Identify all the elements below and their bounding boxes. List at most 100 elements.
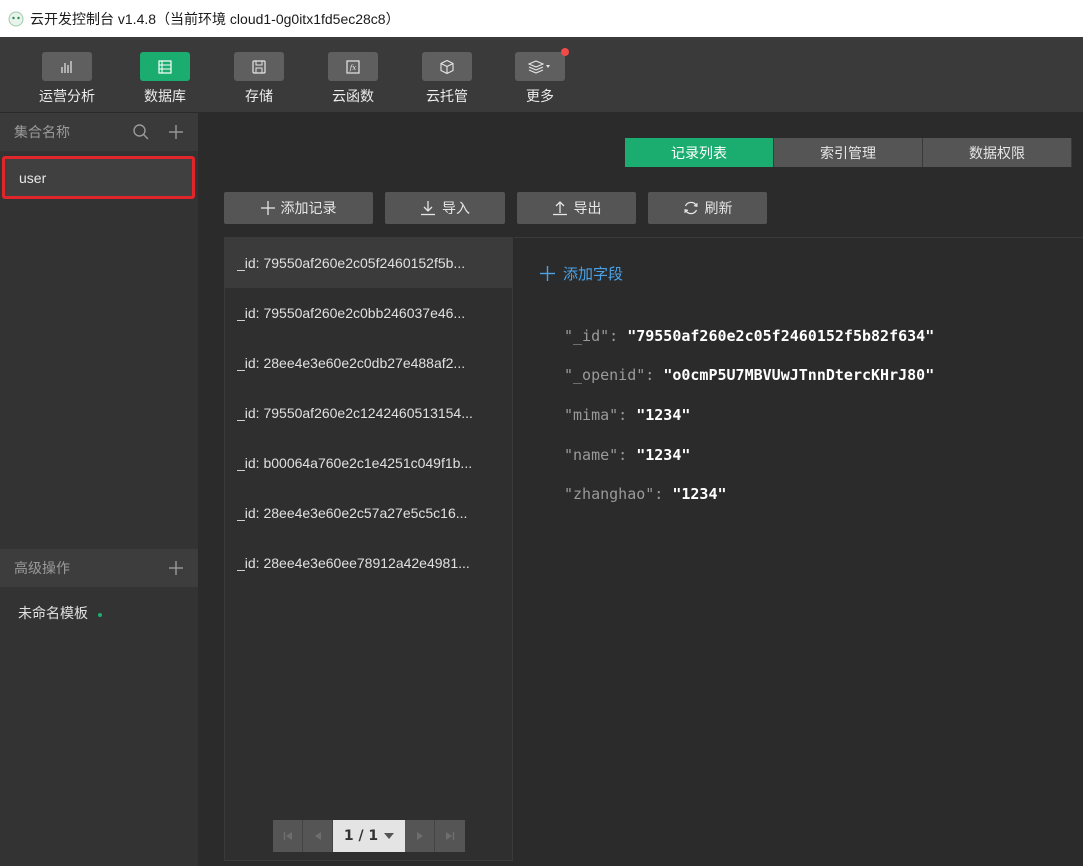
field-row[interactable]: "_id": "79550af260e2c05f2460152f5b82f634": [564, 316, 934, 356]
plus-icon: [260, 201, 275, 215]
record-id: _id: b00064a760e2c1e4251c049f1b...: [237, 455, 473, 471]
pagination: 1 / 1: [273, 820, 465, 852]
next-page-icon: [416, 832, 423, 840]
prev-page-icon: [314, 832, 321, 840]
collections-title: 集合名称: [14, 125, 70, 141]
toolbar-label: 更多: [526, 89, 554, 105]
export-button[interactable]: 导出: [517, 192, 636, 224]
import-label: 导入: [442, 201, 470, 217]
field-value: "1234": [636, 405, 691, 424]
list-item[interactable]: _id: 28ee4e3e60e2c57a27e5c5c16...: [225, 488, 512, 538]
storage-icon: [252, 59, 266, 74]
main-toolbar: 运营分析 数据库 存储 fx 云函数 云托管 更多: [0, 37, 1083, 113]
toolbar-storage[interactable]: 存储: [224, 52, 294, 106]
app-logo-icon: [8, 11, 24, 26]
toolbar-label: 存储: [245, 89, 273, 105]
records-list: _id: 79550af260e2c05f2460152f5b... _id: …: [224, 237, 513, 861]
field-key: "mima":: [564, 405, 628, 424]
database-icon: [158, 59, 172, 74]
field-key: "zhanghao":: [564, 485, 664, 504]
tab-bar: 记录列表 索引管理 数据权限: [625, 138, 1072, 167]
field-key: "name":: [564, 445, 628, 464]
title-bar: 云开发控制台 v1.4.8（当前环境 cloud1-0g0itx1fd5ec28…: [0, 0, 1083, 37]
list-item[interactable]: _id: 28ee4e3e60e2c0db27e488af2...: [225, 338, 512, 388]
bar-chart-icon: [61, 60, 72, 73]
import-button[interactable]: 导入: [385, 192, 505, 224]
chevron-down-icon: [384, 833, 395, 839]
field-list: "_id": "79550af260e2c05f2460152f5b82f634"…: [564, 316, 934, 514]
main-panel: 记录列表 索引管理 数据权限 添加记录 导入 导出 刷新 _id: 79550a…: [198, 113, 1083, 866]
prev-page-button[interactable]: [303, 820, 333, 852]
field-row[interactable]: "mima": "1234": [564, 395, 934, 435]
list-item[interactable]: _id: b00064a760e2c1e4251c049f1b...: [225, 438, 512, 488]
tab-index-management[interactable]: 索引管理: [774, 138, 923, 167]
status-dot: [98, 613, 102, 617]
toolbar-label: 云托管: [426, 89, 468, 105]
field-row[interactable]: "name": "1234": [564, 435, 934, 475]
tab-data-permissions[interactable]: 数据权限: [923, 138, 1072, 167]
template-item[interactable]: 未命名模板: [18, 603, 102, 623]
cube-icon: [440, 59, 454, 74]
add-record-label: 添加记录: [280, 201, 337, 217]
tab-record-list[interactable]: 记录列表: [625, 138, 774, 167]
template-label: 未命名模板: [18, 606, 88, 622]
page-indicator: 1 / 1: [343, 828, 379, 844]
layers-icon: [527, 59, 550, 74]
collections-header: 集合名称: [0, 113, 198, 151]
page-selector[interactable]: 1 / 1: [333, 820, 405, 852]
add-collection-icon[interactable]: [168, 124, 184, 140]
toolbar-functions[interactable]: fx 云函数: [318, 52, 388, 106]
sidebar: 集合名称 user 高级操作 未命名模板: [0, 113, 198, 866]
field-value: "79550af260e2c05f2460152f5b82f634": [627, 326, 935, 345]
field-key: "_openid":: [564, 366, 655, 385]
field-row[interactable]: "zhanghao": "1234": [564, 474, 934, 514]
export-label: 导出: [573, 201, 602, 217]
field-row[interactable]: "_openid": "o0cmP5U7MBVUwJTnnDtercKHrJ80": [564, 356, 934, 396]
svg-text:fx: fx: [349, 64, 357, 72]
list-item[interactable]: _id: 79550af260e2c05f2460152f5b...: [225, 238, 512, 288]
toolbar-label: 数据库: [144, 89, 186, 105]
first-page-button[interactable]: [273, 820, 303, 852]
toolbar-hosting[interactable]: 云托管: [412, 52, 482, 106]
toolbar-label: 云函数: [332, 89, 374, 105]
action-bar: 添加记录 导入 导出 刷新: [224, 192, 767, 224]
toolbar-label: 运营分析: [39, 89, 95, 105]
field-value: "1234": [672, 485, 727, 504]
advanced-header: 高级操作: [0, 549, 198, 587]
refresh-label: 刷新: [704, 201, 733, 217]
last-page-button[interactable]: [435, 820, 465, 852]
plus-icon: [540, 266, 555, 281]
window-title: 云开发控制台 v1.4.8（当前环境 cloud1-0g0itx1fd5ec28…: [30, 10, 400, 27]
field-key: "_id":: [564, 326, 619, 345]
record-id: _id: 28ee4e3e60ee78912a42e4981...: [237, 555, 470, 571]
add-field-button[interactable]: 添加字段: [540, 263, 623, 284]
toolbar-database[interactable]: 数据库: [130, 52, 200, 106]
function-icon: fx: [346, 59, 360, 74]
add-record-button[interactable]: 添加记录: [224, 192, 373, 224]
refresh-button[interactable]: 刷新: [648, 192, 767, 224]
last-page-icon: [446, 832, 455, 840]
add-template-icon[interactable]: [168, 560, 184, 576]
notification-badge: [561, 48, 569, 56]
next-page-button[interactable]: [405, 820, 435, 852]
list-item[interactable]: _id: 28ee4e3e60ee78912a42e4981...: [225, 538, 512, 588]
record-id: _id: 79550af260e2c0bb246037e46...: [237, 305, 466, 321]
record-id: _id: 28ee4e3e60e2c0db27e488af2...: [237, 355, 466, 371]
field-value: "o0cmP5U7MBVUwJTnnDtercKHrJ80": [663, 366, 935, 385]
record-id: _id: 79550af260e2c05f2460152f5b...: [237, 255, 466, 271]
record-id: _id: 79550af260e2c1242460513154...: [237, 405, 473, 421]
add-field-label: 添加字段: [563, 265, 624, 283]
collection-item-user[interactable]: user: [2, 156, 195, 199]
search-icon[interactable]: [132, 123, 150, 141]
refresh-icon: [683, 201, 698, 215]
first-page-icon: [283, 832, 292, 840]
toolbar-more[interactable]: 更多: [505, 48, 575, 106]
download-icon: [421, 201, 435, 216]
record-id: _id: 28ee4e3e60e2c57a27e5c5c16...: [237, 505, 468, 521]
list-item[interactable]: _id: 79550af260e2c1242460513154...: [225, 388, 512, 438]
field-value: "1234": [636, 445, 691, 464]
list-item[interactable]: _id: 79550af260e2c0bb246037e46...: [225, 288, 512, 338]
toolbar-analytics[interactable]: 运营分析: [32, 52, 102, 106]
record-detail: 添加字段 "_id": "79550af260e2c05f2460152f5b82…: [514, 237, 1083, 861]
upload-icon: [552, 201, 567, 216]
